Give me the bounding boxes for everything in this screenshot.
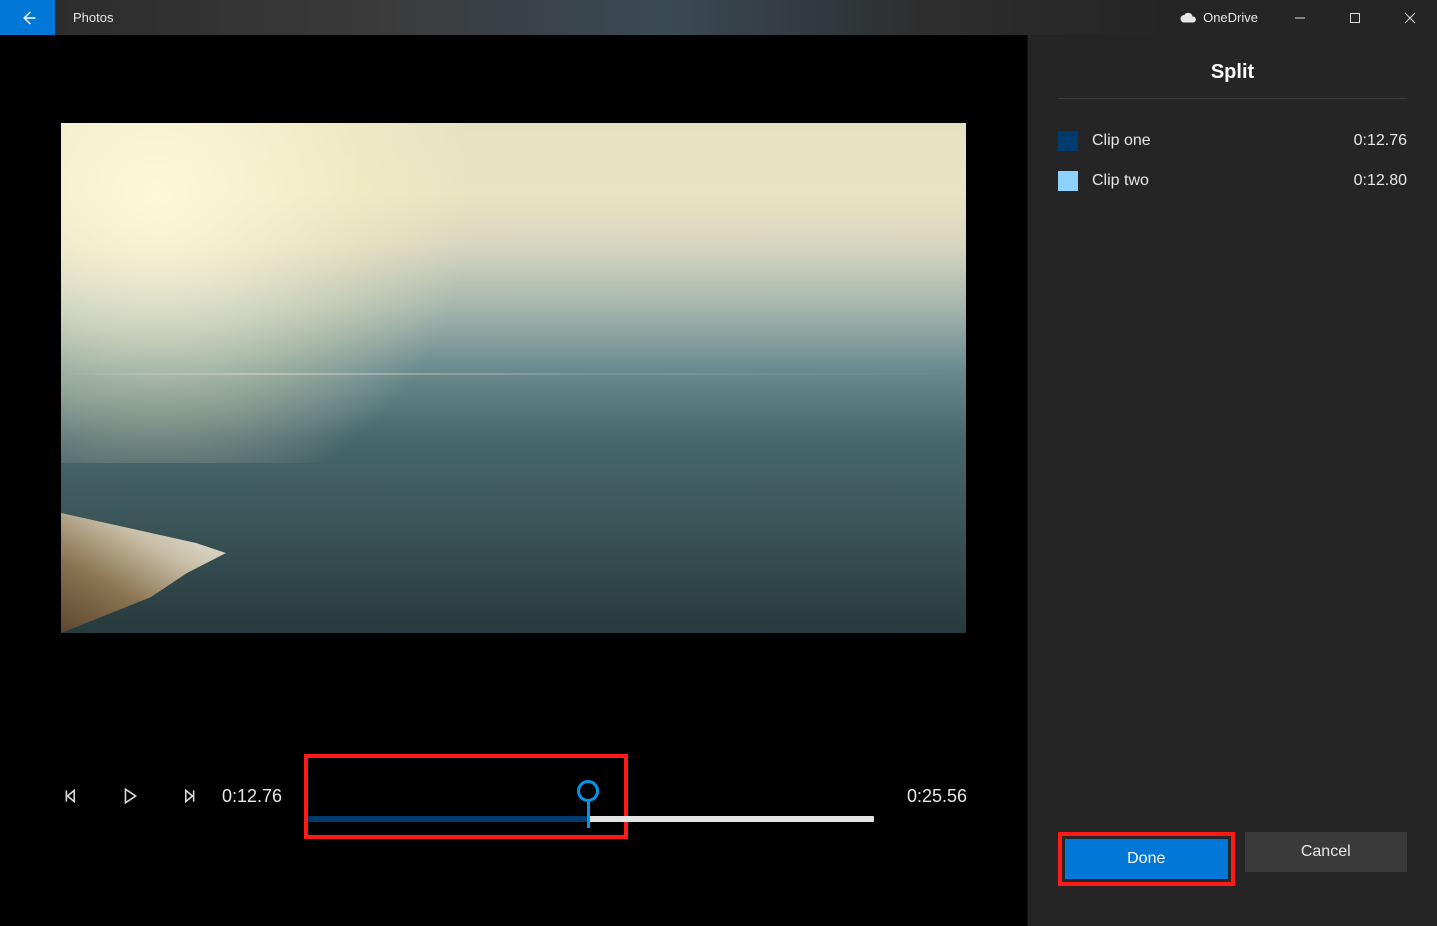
preview-decor-beach: [61, 433, 361, 633]
clip-one-swatch: [1058, 131, 1078, 151]
previous-frame-button[interactable]: [60, 784, 84, 808]
total-time: 0:25.56: [907, 786, 967, 807]
playhead-handle-icon: [577, 780, 599, 802]
clip-two-name: Clip two: [1092, 172, 1340, 190]
app-title: Photos: [55, 0, 1165, 35]
next-frame-button[interactable]: [176, 784, 200, 808]
photos-split-editor: Photos OneDrive: [0, 0, 1437, 926]
cancel-button[interactable]: Cancel: [1245, 832, 1408, 872]
onedrive-label: OneDrive: [1203, 10, 1258, 25]
back-arrow-icon: [19, 9, 37, 27]
clip-two-time: 0:12.80: [1354, 172, 1407, 190]
frame-back-icon: [63, 787, 81, 805]
main-area: 0:12.76 0:25.56 Split Clip one: [0, 35, 1437, 926]
back-button[interactable]: [0, 0, 55, 35]
preview-decor-horizon: [61, 373, 966, 375]
minimize-icon: [1294, 12, 1306, 24]
timeline-clip-two-track: [588, 816, 874, 822]
clip-row-one[interactable]: Clip one 0:12.76: [1028, 121, 1437, 161]
clip-row-two[interactable]: Clip two 0:12.80: [1028, 161, 1437, 201]
clip-two-swatch: [1058, 171, 1078, 191]
video-preview[interactable]: [61, 123, 966, 633]
close-button[interactable]: [1382, 0, 1437, 35]
minimize-button[interactable]: [1272, 0, 1327, 35]
done-button[interactable]: Done: [1065, 839, 1228, 879]
timeline-clip-one-track: [308, 816, 588, 822]
panel-title: Split: [1028, 35, 1437, 98]
split-playhead[interactable]: [577, 780, 599, 828]
video-preview-wrap: [0, 70, 1027, 686]
panel-buttons: Done Cancel: [1028, 812, 1437, 926]
frame-forward-icon: [179, 787, 197, 805]
window-controls: [1272, 0, 1437, 35]
play-icon: [121, 787, 139, 805]
playback-controls: 0:12.76 0:25.56: [0, 736, 1027, 856]
maximize-button[interactable]: [1327, 0, 1382, 35]
titlebar: Photos OneDrive: [0, 0, 1437, 35]
current-time: 0:12.76: [222, 786, 282, 807]
video-stage: 0:12.76 0:25.56: [0, 35, 1027, 926]
panel-divider: [1058, 98, 1407, 99]
cloud-icon: [1179, 12, 1197, 24]
transport-buttons: [60, 784, 200, 808]
play-button[interactable]: [118, 784, 142, 808]
playhead-stem: [587, 802, 590, 828]
onedrive-status[interactable]: OneDrive: [1165, 0, 1272, 35]
clip-one-name: Clip one: [1092, 132, 1340, 150]
preview-decor-glow: [61, 123, 521, 463]
clip-one-time: 0:12.76: [1354, 132, 1407, 150]
close-icon: [1404, 12, 1416, 24]
split-panel: Split Clip one 0:12.76 Clip two 0:12.80 …: [1027, 35, 1437, 926]
timeline-slider[interactable]: [304, 754, 885, 839]
maximize-icon: [1349, 12, 1361, 24]
annotation-highlight-done: Done: [1058, 832, 1235, 886]
